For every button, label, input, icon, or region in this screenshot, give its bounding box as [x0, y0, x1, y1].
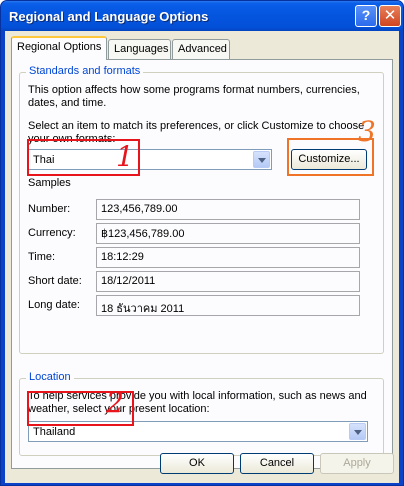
annotation-number-1: 1	[116, 140, 134, 173]
sample-value-time: 18:12:29	[96, 247, 360, 268]
sample-label-short-date: Short date:	[28, 275, 82, 287]
window-title: Regional and Language Options	[9, 9, 209, 24]
location-legend: Location	[26, 371, 74, 383]
standards-formats-group: Standards and formats This option affect…	[19, 65, 384, 354]
sample-label-long-date: Long date:	[28, 299, 80, 311]
sample-label-number: Number:	[28, 203, 71, 215]
standards-description: This option affects how some programs fo…	[28, 84, 360, 109]
tab-label: Regional Options	[17, 41, 102, 53]
title-bar[interactable]: Regional and Language Options ? ✕	[1, 1, 403, 31]
sample-value-long-date: 18 ธันวาคม 2011	[96, 295, 360, 316]
sample-label-currency: Currency:	[28, 227, 76, 239]
standards-legend: Standards and formats	[26, 65, 144, 77]
tab-label: Advanced	[178, 43, 227, 55]
help-button[interactable]: ?	[355, 5, 377, 27]
chevron-down-icon[interactable]	[253, 151, 270, 168]
tab-label: Languages	[114, 43, 169, 55]
chevron-down-icon[interactable]	[349, 423, 366, 440]
apply-button[interactable]: Apply	[320, 453, 394, 474]
annotation-number-2: 2	[106, 386, 124, 419]
sample-label-time: Time:	[28, 251, 56, 263]
tab-regional-options[interactable]: Regional Options	[11, 36, 107, 60]
annotation-number-3: 3	[358, 115, 376, 148]
samples-heading: Samples	[28, 177, 71, 189]
sample-value-number: 123,456,789.00	[96, 199, 360, 220]
cancel-button[interactable]: Cancel	[240, 453, 314, 474]
tab-advanced[interactable]: Advanced	[172, 39, 230, 59]
sample-value-short-date: 18/12/2011	[96, 271, 360, 292]
location-select-value: Thailand	[33, 426, 76, 438]
ok-button[interactable]: OK	[160, 453, 234, 474]
close-button[interactable]: ✕	[379, 5, 401, 27]
tab-languages[interactable]: Languages	[108, 39, 171, 59]
sample-value-currency: ฿123,456,789.00	[96, 223, 360, 244]
